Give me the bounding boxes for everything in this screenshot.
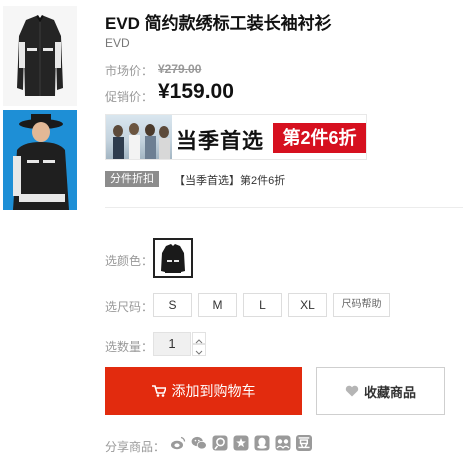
- shirt-product-photo: [3, 6, 77, 106]
- favorite-button[interactable]: 收藏商品: [316, 367, 445, 415]
- renren-icon[interactable]: [275, 435, 291, 451]
- share-label: 分享商品：: [105, 440, 166, 454]
- douban-icon[interactable]: 豆: [296, 435, 312, 451]
- product-brand: EVD: [105, 36, 130, 50]
- product-thumbnail-2[interactable]: [3, 110, 77, 210]
- heart-icon: [345, 385, 359, 397]
- favorite-label: 收藏商品: [363, 384, 416, 400]
- sale-price-value: ¥159.00: [158, 80, 234, 103]
- banner-main-text: 当季首选: [176, 130, 264, 153]
- add-to-cart-label: 添加到购物车: [171, 383, 256, 399]
- size-option-m[interactable]: M: [198, 293, 237, 317]
- black-shirt-swatch: [161, 244, 185, 273]
- cart-icon: [151, 385, 166, 397]
- size-option-l[interactable]: L: [243, 293, 282, 317]
- market-price-label: 市场价：: [105, 64, 154, 78]
- qq-icon[interactable]: [254, 435, 270, 451]
- size-help-link[interactable]: 尺码帮助: [333, 293, 390, 317]
- market-price-value: ¥279.00: [158, 62, 202, 76]
- size-label: 选尺码：: [105, 300, 154, 314]
- quantity-decrement-button[interactable]: [192, 344, 206, 356]
- size-option-s[interactable]: S: [153, 293, 192, 317]
- chevron-down-icon: [195, 350, 203, 355]
- promo-banner[interactable]: 当季首选 第2件6折: [105, 114, 367, 160]
- weibo-icon[interactable]: [170, 435, 186, 451]
- sale-price-label: 促销价：: [105, 90, 154, 104]
- qzone-icon[interactable]: [212, 435, 228, 451]
- product-thumbnail-1[interactable]: [3, 6, 77, 106]
- product-title: EVD 简约款绣标工装长袖衬衫: [105, 14, 332, 33]
- wechat-icon[interactable]: [191, 435, 207, 451]
- quantity-label: 选数量：: [105, 340, 154, 354]
- section-divider: [105, 207, 463, 208]
- add-to-cart-button[interactable]: 添加到购物车: [105, 367, 302, 415]
- promo-badge: 分件折扣: [105, 171, 159, 187]
- star-icon[interactable]: [233, 435, 249, 451]
- color-label: 选颜色：: [105, 254, 154, 268]
- banner-photo: [106, 115, 172, 159]
- size-option-xl[interactable]: XL: [288, 293, 327, 317]
- banner-discount-tag: 第2件6折: [273, 123, 366, 153]
- model-product-photo: [3, 110, 77, 210]
- quantity-input[interactable]: 1: [153, 332, 191, 356]
- promo-text: 【当季首选】第2件6折: [174, 175, 286, 187]
- quantity-increment-button[interactable]: [192, 332, 206, 344]
- color-swatch-black[interactable]: [153, 238, 193, 278]
